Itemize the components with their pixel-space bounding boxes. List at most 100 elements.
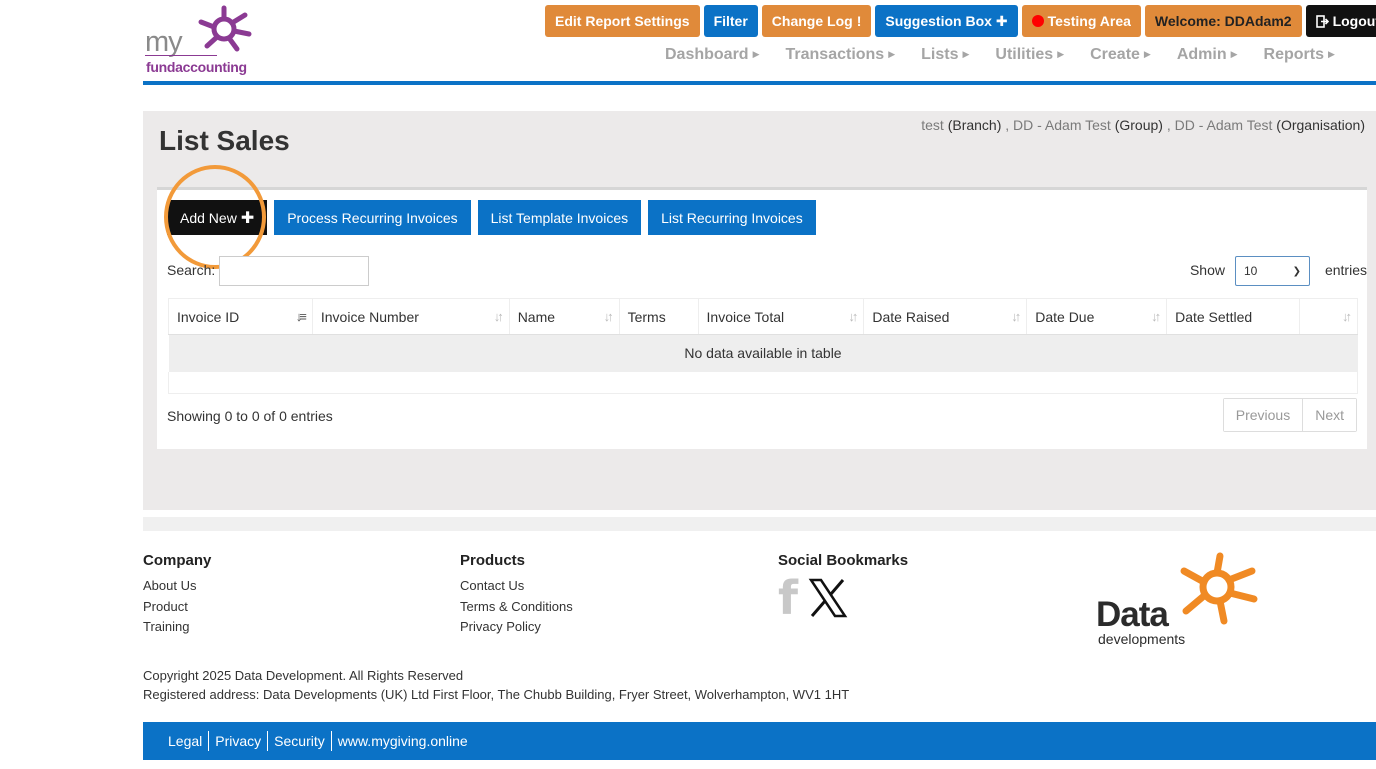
logout-icon [1315,14,1329,28]
column-header-extra[interactable]: ↓↑ [1299,298,1359,335]
nav-label: Lists [921,46,959,63]
testing-area-label: Testing Area [1047,13,1131,29]
column-header-invoice-number[interactable]: Invoice Number ↓↑ [312,298,510,335]
caret-right-icon: ▶ [1143,49,1151,60]
process-recurring-label: Process Recurring Invoices [287,209,458,226]
list-template-invoices-button[interactable]: List Template Invoices [477,200,642,235]
nav-reports[interactable]: Reports ▶ [1264,46,1335,64]
next-page-button[interactable]: Next [1302,399,1356,431]
copyright-text: Copyright 2025 Data Development. All Rig… [143,668,464,683]
sort-icon: ↓↑ [493,309,504,324]
footer-link-product[interactable]: Product [143,597,211,618]
nav-utilities[interactable]: Utilities ▶ [995,46,1064,64]
sort-icon: ↓↑ [1342,309,1352,324]
column-header-label: Terms [627,308,666,325]
bottom-link-security[interactable]: Security [267,731,331,751]
footer-link-privacy-policy[interactable]: Privacy Policy [460,617,573,638]
entries-per-page-select[interactable]: 10 ❯ [1235,256,1310,286]
table-info: Showing 0 to 0 of 0 entries [167,408,333,424]
bottom-link-bar: Legal Privacy Security www.mygiving.onli… [143,722,1376,760]
footer-link-contact-us[interactable]: Contact Us [460,576,573,597]
column-header-label: Name [517,308,556,325]
nav-create[interactable]: Create ▶ [1090,46,1151,64]
process-recurring-invoices-button[interactable]: Process Recurring Invoices [274,200,471,235]
suggestion-box-label: Suggestion Box [885,13,992,29]
myfundaccounting-logo[interactable]: my fundaccounting [143,4,257,78]
edit-report-settings-label: Edit Report Settings [555,13,690,29]
show-label: Show [1189,262,1225,278]
nav-transactions[interactable]: Transactions ▶ [786,46,896,64]
column-header-date-settled[interactable]: Date Settled [1166,298,1300,335]
facebook-icon[interactable]: f [778,575,798,621]
column-header-date-raised[interactable]: Date Raised ↓↑ [863,298,1028,335]
testing-area-button[interactable]: Testing Area [1021,5,1141,37]
search-input[interactable] [219,256,369,286]
x-icon[interactable] [808,578,848,618]
context-group-link[interactable]: DD - Adam Test [1013,117,1111,133]
footer-link-training[interactable]: Training [143,617,211,638]
bottom-link-website[interactable]: www.mygiving.online [330,731,474,751]
chevron-down-icon: ❯ [1292,265,1301,277]
copyright-block: Copyright 2025 Data Development. All Rig… [143,666,849,704]
context-branch-link[interactable]: test [921,117,944,133]
red-dot-icon [1031,15,1044,27]
bottom-link-legal[interactable]: Legal [168,731,208,751]
plus-icon: ✚ [240,209,255,227]
column-header-name[interactable]: Name ↓↑ [509,298,620,335]
nav-label: Admin [1176,46,1227,63]
nav-label: Transactions [785,46,885,63]
nav-admin[interactable]: Admin ▶ [1177,46,1238,64]
page-title: List Sales [159,125,290,156]
table-header-row: Invoice ID ↓≡ Invoice Number ↓↑ Name ↓↑ Ter… [168,298,1359,335]
pagination: Previous Next [1222,398,1357,432]
dd-logo-word: Data [1096,595,1169,634]
caret-right-icon: ▶ [752,49,760,60]
footer-company: Company About Us Product Training [143,552,211,638]
context-branch-label: (Branch) [947,117,1002,133]
spacer-cell [168,371,1358,394]
list-recurring-label: List Recurring Invoices [661,209,803,226]
table-spacer-row [168,371,1358,394]
filter-button[interactable]: Filter [703,5,758,37]
nav-label: Utilities [995,46,1054,63]
context-group-label: (Group) [1114,117,1163,133]
footer-products: Products Contact Us Terms & Conditions P… [460,552,573,638]
caret-right-icon: ▶ [888,49,896,60]
caret-right-icon: ▶ [1057,49,1065,60]
nav-dashboard[interactable]: Dashboard ▶ [665,46,760,64]
change-log-button[interactable]: Change Log! [761,5,872,37]
welcome-user-button[interactable]: Welcome: DDAdam2 [1144,5,1302,37]
column-header-date-due[interactable]: Date Due ↓↑ [1026,298,1168,335]
previous-page-button[interactable]: Previous [1223,399,1303,431]
data-developments-logo[interactable]: Data developments [1096,551,1261,651]
column-header-invoice-total[interactable]: Invoice Total ↓↑ [698,298,865,335]
logo-star-icon [198,5,252,52]
column-header-invoice-id[interactable]: Invoice ID ↓≡ [168,298,313,335]
entries-label: entries [1324,262,1367,278]
logout-button[interactable]: Logout [1305,5,1376,37]
edit-report-settings-button[interactable]: Edit Report Settings [545,5,700,37]
social-icons: f [778,575,908,621]
change-log-label: Change Log [771,13,853,29]
footer-heading: Company [143,552,212,569]
search-label: Search: [167,262,216,278]
content-footer-strip [143,517,1376,531]
bottom-link-privacy[interactable]: Privacy [208,731,267,751]
add-new-button[interactable]: Add New ✚ [167,200,268,235]
footer-link-terms[interactable]: Terms & Conditions [460,597,573,618]
action-buttons: Add New ✚ Process Recurring Invoices List… [167,200,816,235]
nav-lists[interactable]: Lists ▶ [921,46,969,64]
empty-table-message: No data available in table [168,334,1358,372]
column-header-label: Date Due [1035,308,1095,325]
suggestion-box-button[interactable]: Suggestion Box ✚ [875,5,1018,37]
footer-link-about-us[interactable]: About Us [143,576,211,597]
main-content: List Sales test (Branch) , DD - Adam Tes… [143,111,1376,510]
list-recurring-invoices-button[interactable]: List Recurring Invoices [648,200,816,235]
context-org-link[interactable]: DD - Adam Test [1175,117,1273,133]
top-button-bar: Edit Report Settings Filter Change Log! … [545,5,1376,37]
org-context: test (Branch) , DD - Adam Test (Group) ,… [921,117,1365,133]
nav-label: Dashboard [665,46,749,63]
footer-heading: Social Bookmarks [778,552,909,569]
exclamation-icon: ! [856,13,862,29]
context-org-label: (Organisation) [1276,117,1365,133]
